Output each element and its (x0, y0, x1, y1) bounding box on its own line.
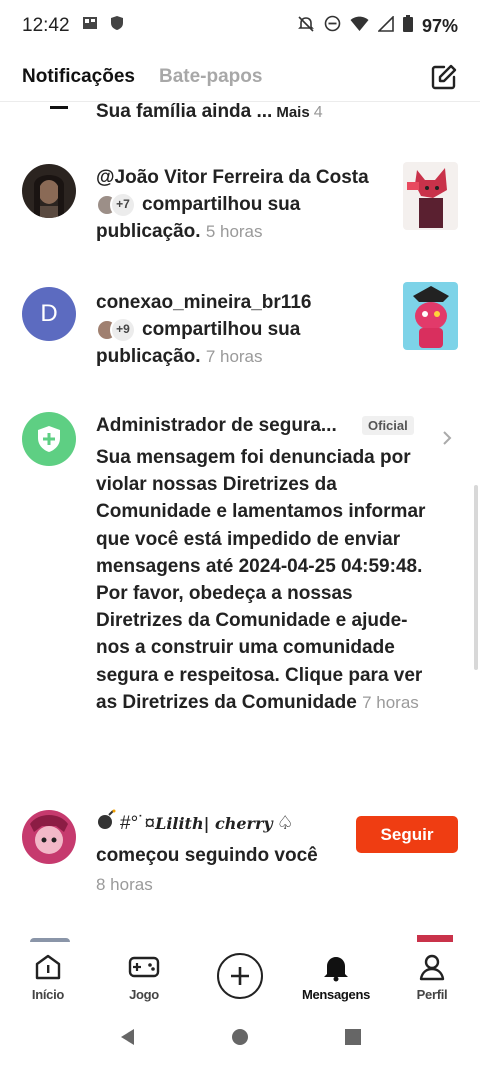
system-nav-bar (0, 1012, 480, 1066)
nav-label: Início (31, 987, 65, 1002)
shield-icon (110, 15, 124, 37)
notification-item-admin[interactable]: Administrador de segura... Oficial Sua m… (0, 412, 480, 777)
avatar[interactable] (22, 810, 76, 864)
timestamp: 7 horas (205, 347, 263, 366)
timestamp: 8 horas (96, 875, 153, 894)
dnd-icon (324, 15, 341, 37)
action-text: começou seguindo você (96, 845, 318, 866)
battery-percent: 97% (421, 15, 458, 36)
battery-icon (402, 15, 413, 37)
profile-icon (419, 954, 445, 981)
chevron-right-icon[interactable] (442, 430, 452, 451)
user-name[interactable]: @João Vitor Ferreira da Costa (96, 164, 396, 191)
nav-jogo[interactable]: Jogo (96, 942, 192, 1012)
admin-message: Sua mensagem foi denunciada por violar n… (96, 444, 426, 716)
name-styled: Lilith| cherry (155, 814, 273, 834)
mini-avatar-stack: +7 (96, 191, 136, 218)
signal-icon (377, 14, 394, 37)
name-suffix: ♤ (276, 813, 294, 835)
notification-item[interactable]: D conexao_mineira_br116 +9 compartilhou s… (0, 282, 480, 387)
follow-button[interactable]: Seguir (356, 816, 458, 853)
nav-inicio[interactable]: Início (0, 942, 96, 1012)
official-shield-avatar[interactable] (22, 412, 76, 466)
next-thumbnail-partial (417, 935, 453, 942)
wifi-icon (350, 16, 369, 37)
plus-icon (217, 953, 263, 999)
post-thumbnail[interactable] (403, 162, 458, 230)
notification-item[interactable]: @João Vitor Ferreira da Costa +7 comparti… (0, 162, 480, 262)
timestamp: 5 horas (205, 222, 263, 241)
status-bar: 12:42 97% (0, 0, 480, 52)
notification-item-follow[interactable]: #°˙¤Lilith| cherry ♤ começou seguindo voc… (0, 809, 480, 909)
header: Notificações Bate-papos (0, 52, 480, 109)
back-icon[interactable] (118, 1027, 136, 1052)
compose-icon[interactable] (430, 63, 458, 91)
status-time: 12:42 (22, 15, 70, 36)
notification-text: @João Vitor Ferreira da Costa +7 comparti… (96, 164, 396, 245)
bomb-icon (96, 809, 116, 839)
message-text: Sua mensagem foi denunciada por violar n… (96, 447, 426, 713)
nav-perfil[interactable]: Perfil (384, 942, 480, 1012)
nav-label: Jogo (129, 987, 159, 1002)
bell-icon (324, 957, 348, 982)
shield-plus-icon (38, 426, 60, 452)
scrollbar[interactable] (474, 485, 478, 670)
nav-mensagens[interactable]: Mensagens (288, 942, 384, 1012)
extra-count: +9 (110, 316, 136, 343)
home-circle-icon[interactable] (231, 1028, 249, 1051)
nav-label: Perfil (416, 987, 448, 1002)
recents-icon[interactable] (344, 1028, 362, 1051)
tab-bate-papos[interactable]: Bate-papos (159, 66, 262, 88)
nav-label: Mensagens (301, 987, 371, 1002)
gamepad-icon (128, 956, 160, 978)
partial-notification[interactable]: Sua família ainda ... Mais 4 (96, 102, 323, 126)
avatar[interactable]: D (22, 287, 76, 341)
post-thumbnail[interactable] (403, 282, 458, 350)
bottom-nav: Início Jogo Mensagens Perfil (0, 942, 480, 1012)
avatar[interactable] (22, 164, 76, 218)
notification-feed[interactable]: Sua família ainda ... Mais 4 @João Vitor F… (0, 102, 480, 942)
timestamp: 7 horas (362, 692, 419, 712)
mini-avatar-stack: +9 (96, 316, 136, 343)
user-name[interactable]: conexao_mineira_br116 (96, 289, 396, 316)
notification-text: conexao_mineira_br116 +9 compartilhou sua… (96, 289, 396, 370)
extra-count: +7 (110, 191, 136, 218)
follower-name[interactable]: #°˙¤Lilith| cherry ♤ (96, 809, 294, 839)
home-icon (35, 954, 61, 980)
partial-count: 4 (313, 104, 323, 121)
partial-text: Sua família ainda ... (96, 102, 273, 122)
name-prefix: #°˙¤ (120, 813, 156, 835)
official-badge: Oficial (362, 416, 414, 435)
avatar-letter: D (40, 300, 58, 327)
nav-create[interactable] (192, 942, 288, 1012)
admin-name[interactable]: Administrador de segura... (96, 412, 337, 439)
mute-icon (297, 15, 315, 38)
tab-notificacoes[interactable]: Notificações (22, 66, 135, 88)
more-link[interactable]: Mais (276, 104, 309, 121)
gallery-icon (82, 15, 98, 37)
